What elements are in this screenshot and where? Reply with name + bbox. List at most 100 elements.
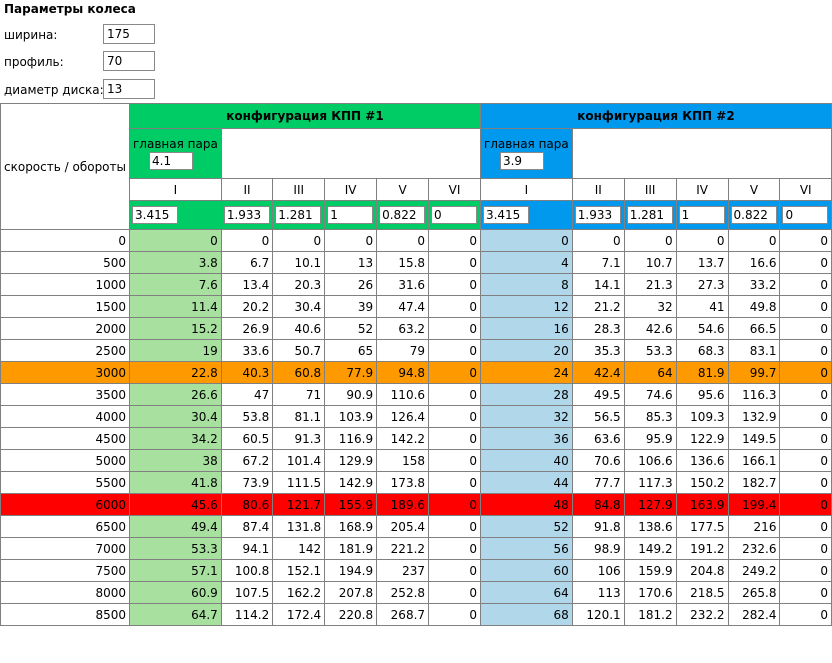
speed-cell: 28.3 [571, 317, 625, 340]
speed-cell: 0 [220, 229, 274, 252]
config1-gear-vi-ratio-input[interactable] [431, 206, 478, 224]
speed-cell: 87.4 [220, 515, 274, 538]
rpm-cell: 7000 [0, 537, 130, 560]
speed-cell: 94.1 [220, 537, 274, 560]
speed-cell: 71 [272, 383, 326, 406]
table-row: 4000 30.4 53.8 81.1 103.9 126.4 0 32 56.5 85.3 109… [0, 405, 832, 428]
speed-cell: 60.9 [129, 581, 222, 604]
rpm-cell: 5000 [0, 449, 130, 472]
speed-cell: 3.8 [129, 251, 222, 274]
table-row: 2000 15.2 26.9 40.6 52 63.2 0 16 28.3 42.6 54.6 66.… [0, 317, 832, 340]
speed-cell: 220.8 [324, 603, 378, 626]
config2-gear-iii-ratio-input[interactable] [626, 206, 673, 224]
page-title: Параметры колеса [4, 2, 136, 16]
speed-cell: 16.6 [727, 251, 781, 274]
config2-gear-iv-ratio-input[interactable] [678, 206, 725, 224]
rpm-cell: 1000 [0, 273, 130, 296]
speed-cell: 60.5 [220, 427, 274, 450]
speed-cell: 91.3 [272, 427, 326, 450]
speed-cell: 0 [779, 515, 832, 538]
speed-cell: 0 [428, 581, 481, 604]
speed-cell: 49.5 [571, 383, 625, 406]
config2-header-spacer [571, 128, 832, 179]
config2-main-pair-label: главная пара [483, 137, 569, 151]
speed-cell: 0 [428, 603, 481, 626]
config2-main-pair-input[interactable] [499, 152, 544, 170]
speed-cell: 94.8 [376, 361, 430, 384]
config2-ratio-cell [779, 200, 832, 230]
config1-main-pair-input[interactable] [149, 152, 193, 170]
speed-cell: 77.9 [324, 361, 378, 384]
speed-cell: 0 [428, 559, 481, 582]
speed-cell: 191.2 [675, 537, 729, 560]
config2-gear-vi-ratio-input[interactable] [782, 206, 829, 224]
speed-cell: 103.9 [324, 405, 378, 428]
speed-cell: 131.8 [272, 515, 326, 538]
config1-main-pair: главная пара [129, 128, 222, 179]
config1-gear-iii-ratio-input[interactable] [275, 206, 322, 224]
config1-gear-iv-ratio-input[interactable] [327, 206, 374, 224]
speed-cell: 265.8 [727, 581, 781, 604]
speed-cell: 282.4 [727, 603, 781, 626]
rim-diameter-input[interactable] [103, 79, 155, 99]
speed-cell: 218.5 [675, 581, 729, 604]
config1-gear-iii-header: III [272, 178, 326, 201]
speed-cell: 0 [675, 229, 729, 252]
speed-cell: 110.6 [376, 383, 430, 406]
config1-gear-v-ratio-input[interactable] [379, 206, 426, 224]
width-input[interactable] [103, 24, 155, 44]
speed-cell: 168.9 [324, 515, 378, 538]
speed-cell: 30.4 [129, 405, 222, 428]
speed-cell: 0 [571, 229, 625, 252]
speed-cell: 57.1 [129, 559, 222, 582]
speed-cell: 56 [479, 537, 573, 560]
speed-cell: 0 [779, 317, 832, 340]
speed-cell: 162.2 [272, 581, 326, 604]
speed-cell: 0 [428, 449, 481, 472]
speed-cell: 0 [324, 229, 378, 252]
config2-gear-iii-header: III [623, 178, 677, 201]
speed-cell: 53.3 [623, 339, 677, 362]
speed-cell: 0 [428, 383, 481, 406]
speed-cell: 24 [479, 361, 573, 384]
config2-ratio-cell [727, 200, 781, 230]
speed-cell: 84.8 [571, 493, 625, 516]
config2-gear-ii-ratio-input[interactable] [574, 206, 621, 224]
profile-label: профиль: [4, 55, 64, 69]
speed-cell: 163.9 [675, 493, 729, 516]
config2-gear-v-ratio-input[interactable] [730, 206, 777, 224]
speed-cell: 6.7 [220, 251, 274, 274]
speed-cell: 64 [623, 361, 677, 384]
config1-gear-iv-header: IV [324, 178, 378, 201]
speed-cell: 16 [479, 317, 573, 340]
speed-cell: 172.4 [272, 603, 326, 626]
speed-cell: 68.3 [675, 339, 729, 362]
config1-gear-ii-ratio-input[interactable] [223, 206, 270, 224]
config1-ratio-cell [376, 200, 430, 230]
speed-cell: 159.9 [623, 559, 677, 582]
speed-cell: 149.2 [623, 537, 677, 560]
config2-gear-i-ratio-input[interactable] [482, 206, 529, 224]
profile-input[interactable] [103, 51, 155, 71]
speed-cell: 152.1 [272, 559, 326, 582]
speed-cell: 63.2 [376, 317, 430, 340]
speed-cell: 21.2 [571, 295, 625, 318]
speed-cell: 26.9 [220, 317, 274, 340]
speed-cell: 111.5 [272, 471, 326, 494]
config2-main-pair: главная пара [479, 128, 573, 179]
speed-cell: 166.1 [727, 449, 781, 472]
speed-cell: 0 [376, 229, 430, 252]
speed-cell: 48 [479, 493, 573, 516]
speed-cell: 49.4 [129, 515, 222, 538]
config1-gear-i-ratio-input[interactable] [132, 206, 178, 224]
speed-cell: 121.7 [272, 493, 326, 516]
speed-cell: 64.7 [129, 603, 222, 626]
speed-cell: 65 [324, 339, 378, 362]
config1-gear-v-header: V [376, 178, 430, 201]
speed-cell: 0 [428, 471, 481, 494]
speed-cell: 0 [779, 405, 832, 428]
speed-cell: 207.8 [324, 581, 378, 604]
rpm-cell: 8000 [0, 581, 130, 604]
speed-cell: 0 [129, 229, 222, 252]
rpm-cell: 6500 [0, 515, 130, 538]
